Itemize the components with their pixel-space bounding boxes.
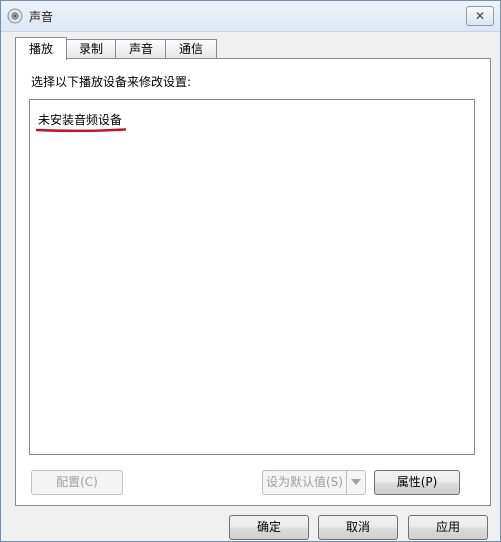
red-underline-annotation xyxy=(36,128,126,132)
title-bar[interactable]: 声音 ✕ xyxy=(1,1,500,32)
set-default-button[interactable]: 设为默认值(S) xyxy=(262,470,366,495)
cancel-button[interactable]: 取消 xyxy=(318,515,398,540)
device-list[interactable]: 未安装音频设备 xyxy=(29,99,475,455)
apply-button[interactable]: 应用 xyxy=(408,515,488,540)
sound-dialog: 声音 ✕ 播放 录制 声音 通信 选择以下播放设备来修改设置: 未安装音频设备 … xyxy=(0,0,501,542)
instruction-label: 选择以下播放设备来修改设置: xyxy=(31,75,192,89)
window-title: 声音 xyxy=(29,10,54,24)
tab-playback[interactable]: 播放 xyxy=(15,37,67,60)
tab-sounds[interactable]: 声音 xyxy=(115,39,167,59)
ok-button[interactable]: 确定 xyxy=(229,515,309,540)
tab-recording[interactable]: 录制 xyxy=(65,39,117,59)
properties-button[interactable]: 属性(P) xyxy=(374,470,460,495)
tab-communications[interactable]: 通信 xyxy=(165,39,217,59)
configure-button[interactable]: 配置(C) xyxy=(31,470,123,495)
set-default-label: 设为默认值(S) xyxy=(266,475,343,489)
close-icon: ✕ xyxy=(474,9,486,23)
close-button[interactable]: ✕ xyxy=(466,6,494,26)
playback-panel: 选择以下播放设备来修改设置: 未安装音频设备 配置(C) 设为默认值(S) 属性… xyxy=(15,58,491,506)
chevron-down-icon xyxy=(351,479,361,485)
speaker-icon xyxy=(7,8,23,24)
set-default-dropdown[interactable] xyxy=(346,471,365,494)
no-device-message: 未安装音频设备 xyxy=(38,113,123,127)
